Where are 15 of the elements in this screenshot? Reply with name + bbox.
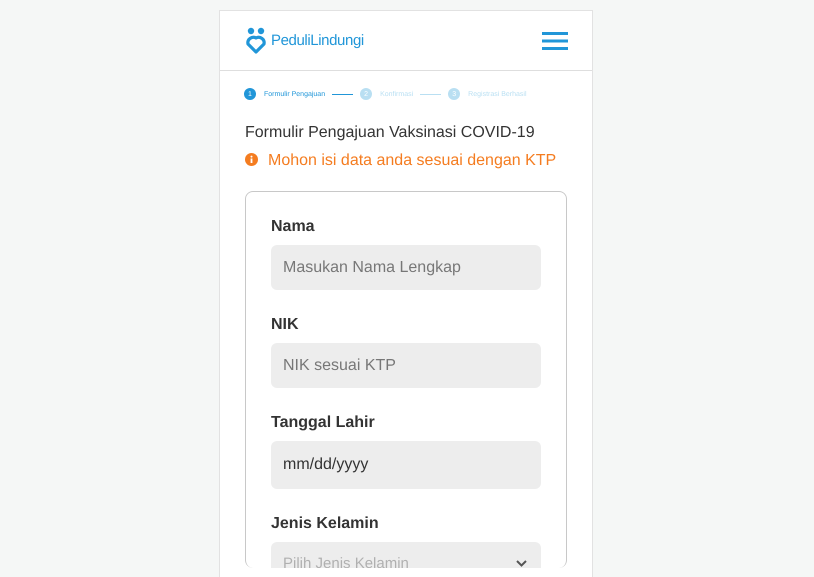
text-field[interactable]: NIK sesuai KTP bbox=[271, 343, 541, 388]
menu-icon bbox=[542, 32, 568, 50]
logo-icon bbox=[244, 26, 268, 54]
field-label: Nama bbox=[271, 218, 316, 236]
notice-text: Mohon isi data anda sesuai dengan KTP bbox=[268, 152, 556, 170]
chevron-down-icon bbox=[516, 560, 527, 567]
logo-text: PeduliLindungi bbox=[271, 32, 364, 49]
field-label: Jenis Kelamin bbox=[271, 515, 380, 533]
menu-button[interactable] bbox=[542, 32, 568, 50]
info-icon bbox=[245, 152, 258, 166]
field-label: NIK bbox=[271, 316, 300, 334]
form-title: Formulir Pengajuan Vaksinasi COVID-19 bbox=[245, 124, 536, 142]
field-label: Tanggal Lahir bbox=[271, 414, 376, 432]
date-field[interactable]: mm/dd/yyyy bbox=[271, 441, 541, 489]
text-field[interactable]: Masukan Nama Lengkap bbox=[271, 245, 541, 290]
